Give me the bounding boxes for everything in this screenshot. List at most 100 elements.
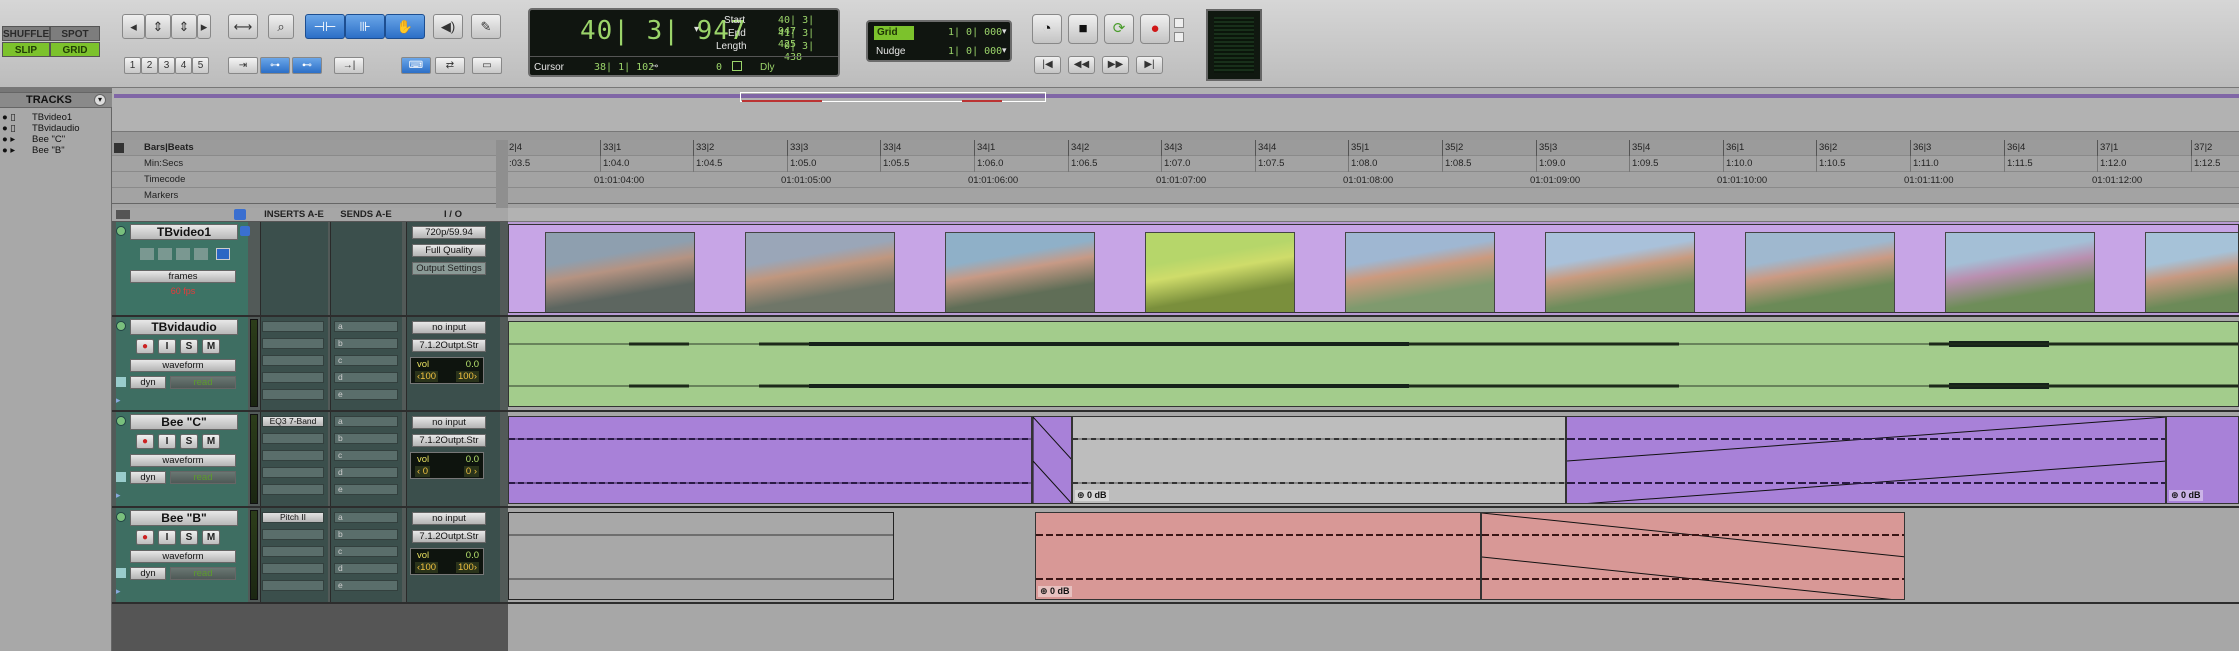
volume-pan-display[interactable]: vol 0.0 ‹100 100›	[410, 357, 484, 384]
send-slot[interactable]: d	[334, 467, 398, 478]
stop-icon[interactable]: ■	[1068, 14, 1098, 44]
sends-column-header[interactable]: SENDS A-E	[330, 208, 402, 222]
transport-option-1[interactable]	[1174, 18, 1184, 28]
automation-mode-selector[interactable]: read	[170, 376, 236, 389]
send-slot[interactable]: c	[334, 546, 398, 557]
track-name[interactable]: Bee "C"	[130, 414, 238, 430]
video-clip[interactable]	[508, 224, 2239, 313]
solo-button[interactable]: S	[180, 530, 198, 545]
tracks-menu-icon[interactable]: ▾	[94, 94, 106, 106]
delay-label[interactable]: Dly	[760, 62, 774, 73]
fast-forward-icon[interactable]: ▶▶	[1102, 56, 1129, 74]
grid-value[interactable]: 1| 0| 000	[948, 27, 1002, 38]
markers-ruler[interactable]: Markers+	[112, 188, 2239, 204]
automation-mode-selector[interactable]: read	[170, 567, 236, 580]
online-icon[interactable]: ◔	[1032, 14, 1062, 44]
record-arm-button[interactable]: ●	[136, 530, 154, 545]
volume-pan-display[interactable]: vol 0.0 ‹100 100›	[410, 548, 484, 575]
send-slot[interactable]: d	[334, 563, 398, 574]
output-selector[interactable]: 7.1.2Outpt.Str	[412, 434, 486, 447]
automation-mode-selector[interactable]: read	[170, 471, 236, 484]
zoom-preset-2[interactable]: 2	[141, 57, 158, 74]
audio-clip[interactable]	[508, 321, 2239, 407]
insert-slot[interactable]	[262, 467, 324, 478]
spot-mode-button[interactable]: SPOT	[50, 26, 100, 41]
playlist-selector[interactable]: dyn	[130, 376, 166, 389]
insert-slot[interactable]	[262, 321, 324, 332]
track-view-selector[interactable]: waveform	[130, 359, 236, 372]
track-list-item[interactable]: ● ▯ TBvidaudio	[0, 123, 112, 134]
track-color-icon[interactable]	[116, 416, 126, 426]
audio-zoom-icon[interactable]: ⇕	[145, 14, 171, 39]
insert-slot[interactable]	[262, 546, 324, 557]
mute-button[interactable]: M	[202, 339, 220, 354]
send-slot[interactable]: c	[334, 450, 398, 461]
playlist-selector[interactable]: dyn	[130, 471, 166, 484]
crossfade[interactable]	[1032, 416, 1072, 504]
track-list-item[interactable]: ● ▯ TBvideo1	[0, 112, 112, 123]
zoom-preset-4[interactable]: 4	[175, 57, 192, 74]
audio-clip[interactable]: ⊕ 0 dB	[1035, 512, 1481, 600]
keyboard-focus-icon[interactable]: ⌨	[401, 57, 431, 74]
insert-slot[interactable]	[262, 450, 324, 461]
video-quality-selector[interactable]: Full Quality	[412, 244, 486, 257]
play-icon[interactable]: ⟳	[1104, 14, 1134, 44]
insert-slot[interactable]	[262, 372, 324, 383]
video-online-icon[interactable]	[240, 226, 250, 236]
bee-c-lane[interactable]: ⊕ 0 dB ⊕ 0 dB	[508, 412, 2239, 508]
track-color-icon[interactable]	[116, 512, 126, 522]
counter-dropdown-icon[interactable]: ▾	[694, 24, 699, 35]
record-icon[interactable]: ●	[1140, 14, 1170, 44]
expand-track-icon[interactable]: ▸	[116, 490, 121, 501]
slip-mode-button[interactable]: SLIP	[2, 42, 50, 57]
expand-track-icon[interactable]: ▸	[116, 586, 121, 597]
scrubber-tool-icon[interactable]: ◀)	[433, 14, 463, 39]
input-selector[interactable]: no input	[412, 512, 486, 525]
playlist-selector[interactable]: dyn	[130, 567, 166, 580]
tab-to-transients-icon[interactable]: →|	[334, 57, 364, 74]
elastic-audio-icon[interactable]	[116, 472, 126, 482]
selector-tool-icon[interactable]: ⊪	[345, 14, 385, 39]
track-name[interactable]: TBvideo1	[130, 224, 238, 240]
zoom-tool-icon[interactable]: ⌕	[268, 14, 294, 39]
edit-window-icon[interactable]: ▭	[472, 57, 502, 74]
video-lane[interactable]	[508, 222, 2239, 317]
clip-gain-label[interactable]: ⊕ 0 dB	[1038, 586, 1072, 597]
input-selector[interactable]: no input	[412, 416, 486, 429]
send-slot[interactable]: b	[334, 529, 398, 540]
insert-slot[interactable]	[262, 355, 324, 366]
volume-pan-display[interactable]: vol 0.0 ‹ 00 ›	[410, 452, 484, 479]
grid-icon[interactable]	[732, 61, 742, 71]
output-selector[interactable]: 7.1.2Outpt.Str	[412, 339, 486, 352]
insert-slot[interactable]: Pitch II	[262, 512, 324, 523]
solo-button[interactable]: S	[180, 339, 198, 354]
edit-playlist-area[interactable]: ⊕ 0 dB ⊕ 0 dB ⊕ 0 dB	[508, 208, 2239, 651]
output-settings-button[interactable]: Output Settings	[412, 262, 486, 275]
audio-clip[interactable]	[508, 512, 894, 600]
nudge-value[interactable]: 1| 0| 000	[948, 46, 1002, 57]
track-list-item[interactable]: ● ▸ Bee "C"	[0, 134, 112, 145]
insert-slot[interactable]	[262, 563, 324, 574]
elastic-audio-icon[interactable]	[116, 377, 126, 387]
insert-slot[interactable]	[262, 529, 324, 540]
insert-slot[interactable]	[262, 389, 324, 400]
audio-clip[interactable]	[1481, 512, 1905, 600]
send-slot[interactable]: e	[334, 484, 398, 495]
grid-mode-button[interactable]: GRID	[50, 42, 100, 57]
input-selector[interactable]: no input	[412, 321, 486, 334]
input-monitor-button[interactable]: I	[158, 339, 176, 354]
audio-clip[interactable]	[508, 416, 1032, 504]
zoomer-tool-icon[interactable]: ⟷	[228, 14, 258, 39]
expand-track-icon[interactable]: ▸	[116, 395, 121, 406]
track-color-icon[interactable]	[116, 226, 126, 236]
grabber-tool-icon[interactable]: ✋	[385, 14, 425, 39]
track-name[interactable]: TBvidaudio	[130, 319, 238, 335]
insertion-follows-icon[interactable]: ⇥	[228, 57, 258, 74]
clip-gain-label[interactable]: ⊕ 0 dB	[1075, 490, 1109, 501]
audio-clip[interactable]: ⊕ 0 dB	[2166, 416, 2239, 504]
grid-label[interactable]: Grid	[874, 26, 914, 40]
shuffle-mode-button[interactable]: SHUFFLE	[2, 26, 50, 41]
track-color-icon[interactable]	[116, 321, 126, 331]
audio-clip[interactable]	[1566, 416, 2166, 504]
input-monitor-button[interactable]: I	[158, 530, 176, 545]
